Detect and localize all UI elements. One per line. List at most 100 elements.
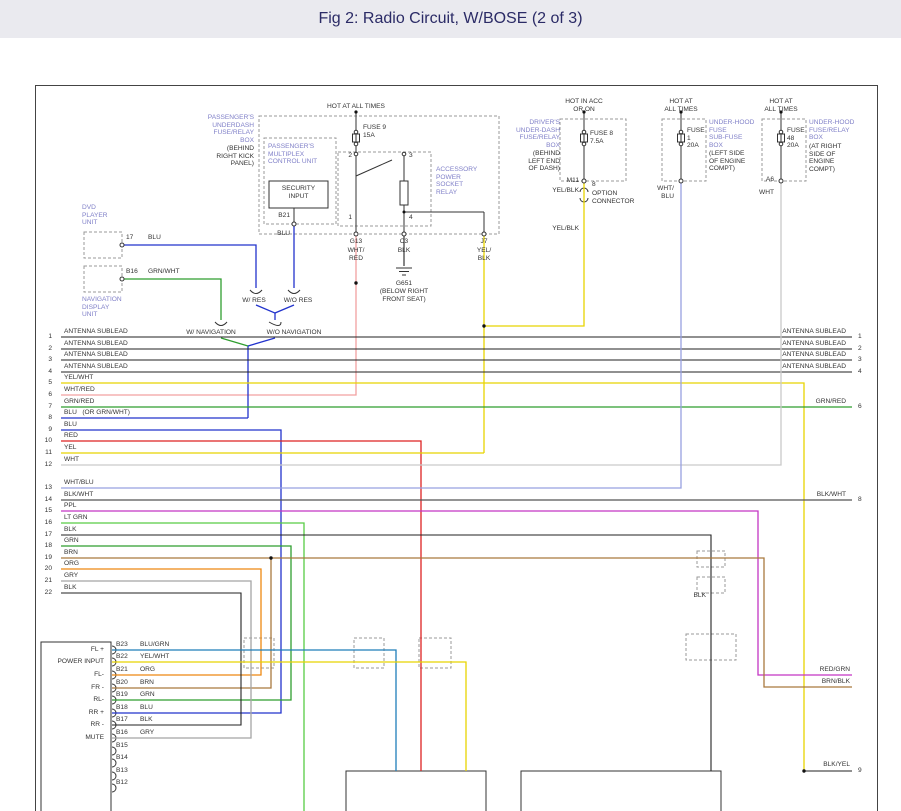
amp-pin-wire: ORG [140, 666, 155, 674]
underhood-relay-name: UNDER-HOOD FUSE/RELAY BOX [809, 119, 854, 142]
row-num-left: 4 [36, 368, 52, 376]
nav-pin-b16: B16 [126, 268, 138, 276]
row-num-left: 18 [36, 542, 52, 550]
row-num-left: 12 [36, 461, 52, 469]
amp-pin-wire: BLK [140, 716, 152, 724]
wire-label-grn-wht: GRN/WHT [148, 268, 180, 276]
row-num-right: 2 [858, 345, 862, 353]
row-num-right: 3 [858, 356, 862, 364]
option-wo-res: W/O RES [284, 297, 313, 305]
row-num-left: 1 [36, 333, 52, 341]
terminal-j7: J7 [481, 238, 488, 246]
row-label-left: YEL [64, 444, 76, 452]
row-label-left: PPL [64, 502, 76, 510]
row-label-left: BLK [64, 526, 76, 534]
row-num-left: 2 [36, 345, 52, 353]
row-label-left: GRN/RED [64, 398, 94, 406]
driver-box-name: DRIVER'S UNDER-DASH FUSE/RELAY BOX [516, 119, 560, 150]
amp-channel-label: RL- [40, 696, 104, 704]
amp-pin: B17 [116, 716, 128, 724]
wire-grn-wht-nav [122, 279, 221, 320]
row-label-left: WHT [64, 456, 79, 464]
row-num-left: 10 [36, 437, 52, 445]
row-num-left: 6 [36, 391, 52, 399]
row-num-left: 8 [36, 414, 52, 422]
row-label-left: BLK [64, 584, 76, 592]
driver-underdash-box [560, 119, 626, 181]
amp-pin: B16 [116, 729, 128, 737]
wire-blu-merge1 [256, 305, 275, 320]
wires [61, 183, 852, 811]
passenger-box-name: PASSENGER'S UNDERDASH FUSE/RELAY BOX [208, 114, 254, 145]
row-label-right: GRN/RED [816, 398, 846, 406]
amp-pin: B12 [116, 779, 128, 787]
amp-pin: B19 [116, 691, 128, 699]
amp-pin-wire: GRN [140, 691, 155, 699]
bottom-unit-box-left [346, 771, 486, 811]
fuse8-label: FUSE 8 [590, 130, 613, 138]
dvd-player-box [84, 232, 122, 258]
row-label-right: ANTENNA SUBLEAD [782, 363, 846, 371]
wire-blu-merge1b [275, 305, 294, 313]
passenger-box-note: (BEHIND RIGHT KICK PANEL) [216, 145, 254, 168]
amp-pin-wire: BRN [140, 679, 154, 687]
inline-connector-1 [244, 638, 274, 668]
row-num-left: 14 [36, 496, 52, 504]
underhood-sub-note: (LEFT SIDE OF ENGINE COMPT) [709, 150, 745, 173]
ground-g651-note: (BELOW RIGHT FRONT SEAT) [380, 288, 428, 303]
wire-brn [61, 558, 852, 687]
page-title: Fig 2: Radio Circuit, W/BOSE (2 of 3) [318, 10, 582, 28]
nav-display-name: NAVIGATION DISPLAY UNIT [82, 296, 122, 319]
row-num-right: 6 [858, 403, 862, 411]
row-label-left: WHT/BLU [64, 479, 94, 487]
pin-b21: B21 [278, 212, 290, 220]
row-label-left: GRN [64, 537, 79, 545]
amp-pin: B15 [116, 742, 128, 750]
amp-pin-wire: GRY [140, 729, 154, 737]
amp-pin-wire: BLU [140, 704, 153, 712]
multiplex-name: PASSENGER'S MULTIPLEX CONTROL UNIT [268, 143, 317, 166]
terminal-m11: M11 [567, 177, 579, 185]
figure-page: Fig 2: Radio Circuit, W/BOSE (2 of 3) [0, 0, 901, 811]
option-wo-navigation: W/O NAVIGATION [267, 329, 322, 337]
component-boxes [84, 116, 806, 668]
terminal-c3: C3 [400, 238, 408, 246]
row-label-left: YEL/WHT [64, 374, 93, 382]
wire-label-wht: WHT [759, 189, 774, 197]
hot-label-2: HOT IN ACC OR ON [565, 98, 603, 113]
driver-box-note: (BEHIND LEFT END OF DASH) [528, 150, 560, 173]
amp-channel-label: FL- [40, 671, 104, 679]
wire-wht [61, 183, 781, 465]
bottom-unit-box-right [521, 771, 721, 811]
wire-label-wht-blu: WHT/ BLU [657, 185, 674, 200]
fuse9-amp: 15A [363, 132, 375, 140]
diagram-frame: HOT AT ALL TIMES PASSENGER'S UNDERDASH F… [35, 85, 878, 811]
fuse1-label: FUSE 1 20A [687, 127, 705, 150]
wire-label-blu-dvd: BLU [148, 234, 161, 242]
wire-label-blu-b21: BLU [277, 230, 290, 238]
row-label-left: WHT/RED [64, 386, 95, 394]
row-label-left: BLU (OR GRN/WHT) [64, 409, 130, 417]
underhood-sub-name: UNDER-HOOD FUSE SUB-FUSE BOX [709, 119, 754, 150]
accessory-relay-name: ACCESSORY POWER SOCKET RELAY [436, 166, 477, 197]
amp-channel-label: POWER INPUT [40, 658, 104, 666]
row-label-right: ANTENNA SUBLEAD [782, 328, 846, 336]
wire-label-blk-yel: BLK/YEL [823, 761, 850, 769]
amp-channel-label: RR + [40, 709, 104, 717]
wire-label-blk-right: BLK [694, 592, 706, 600]
fuse-and-relay-symbols [112, 112, 785, 792]
relay-pin-4: 4 [409, 214, 413, 222]
dvd-player-name: DVD PLAYER UNIT [82, 204, 108, 227]
row-label-left: GRY [64, 572, 78, 580]
wire-blu-dvd [122, 245, 256, 288]
row-label-left: ORG [64, 560, 79, 568]
row-num-left: 16 [36, 519, 52, 527]
fuse8-amp: 7.5A [590, 138, 604, 146]
relay-pin-3: 3 [409, 152, 413, 160]
terminal-g13: G13 [350, 238, 362, 246]
security-input-label: SECURITY INPUT [269, 185, 328, 200]
figure-title-bar: Fig 2: Radio Circuit, W/BOSE (2 of 3) [0, 0, 901, 38]
row-num-left: 17 [36, 531, 52, 539]
row-label-right: ANTENNA SUBLEAD [782, 340, 846, 348]
row-num-left: 7 [36, 403, 52, 411]
